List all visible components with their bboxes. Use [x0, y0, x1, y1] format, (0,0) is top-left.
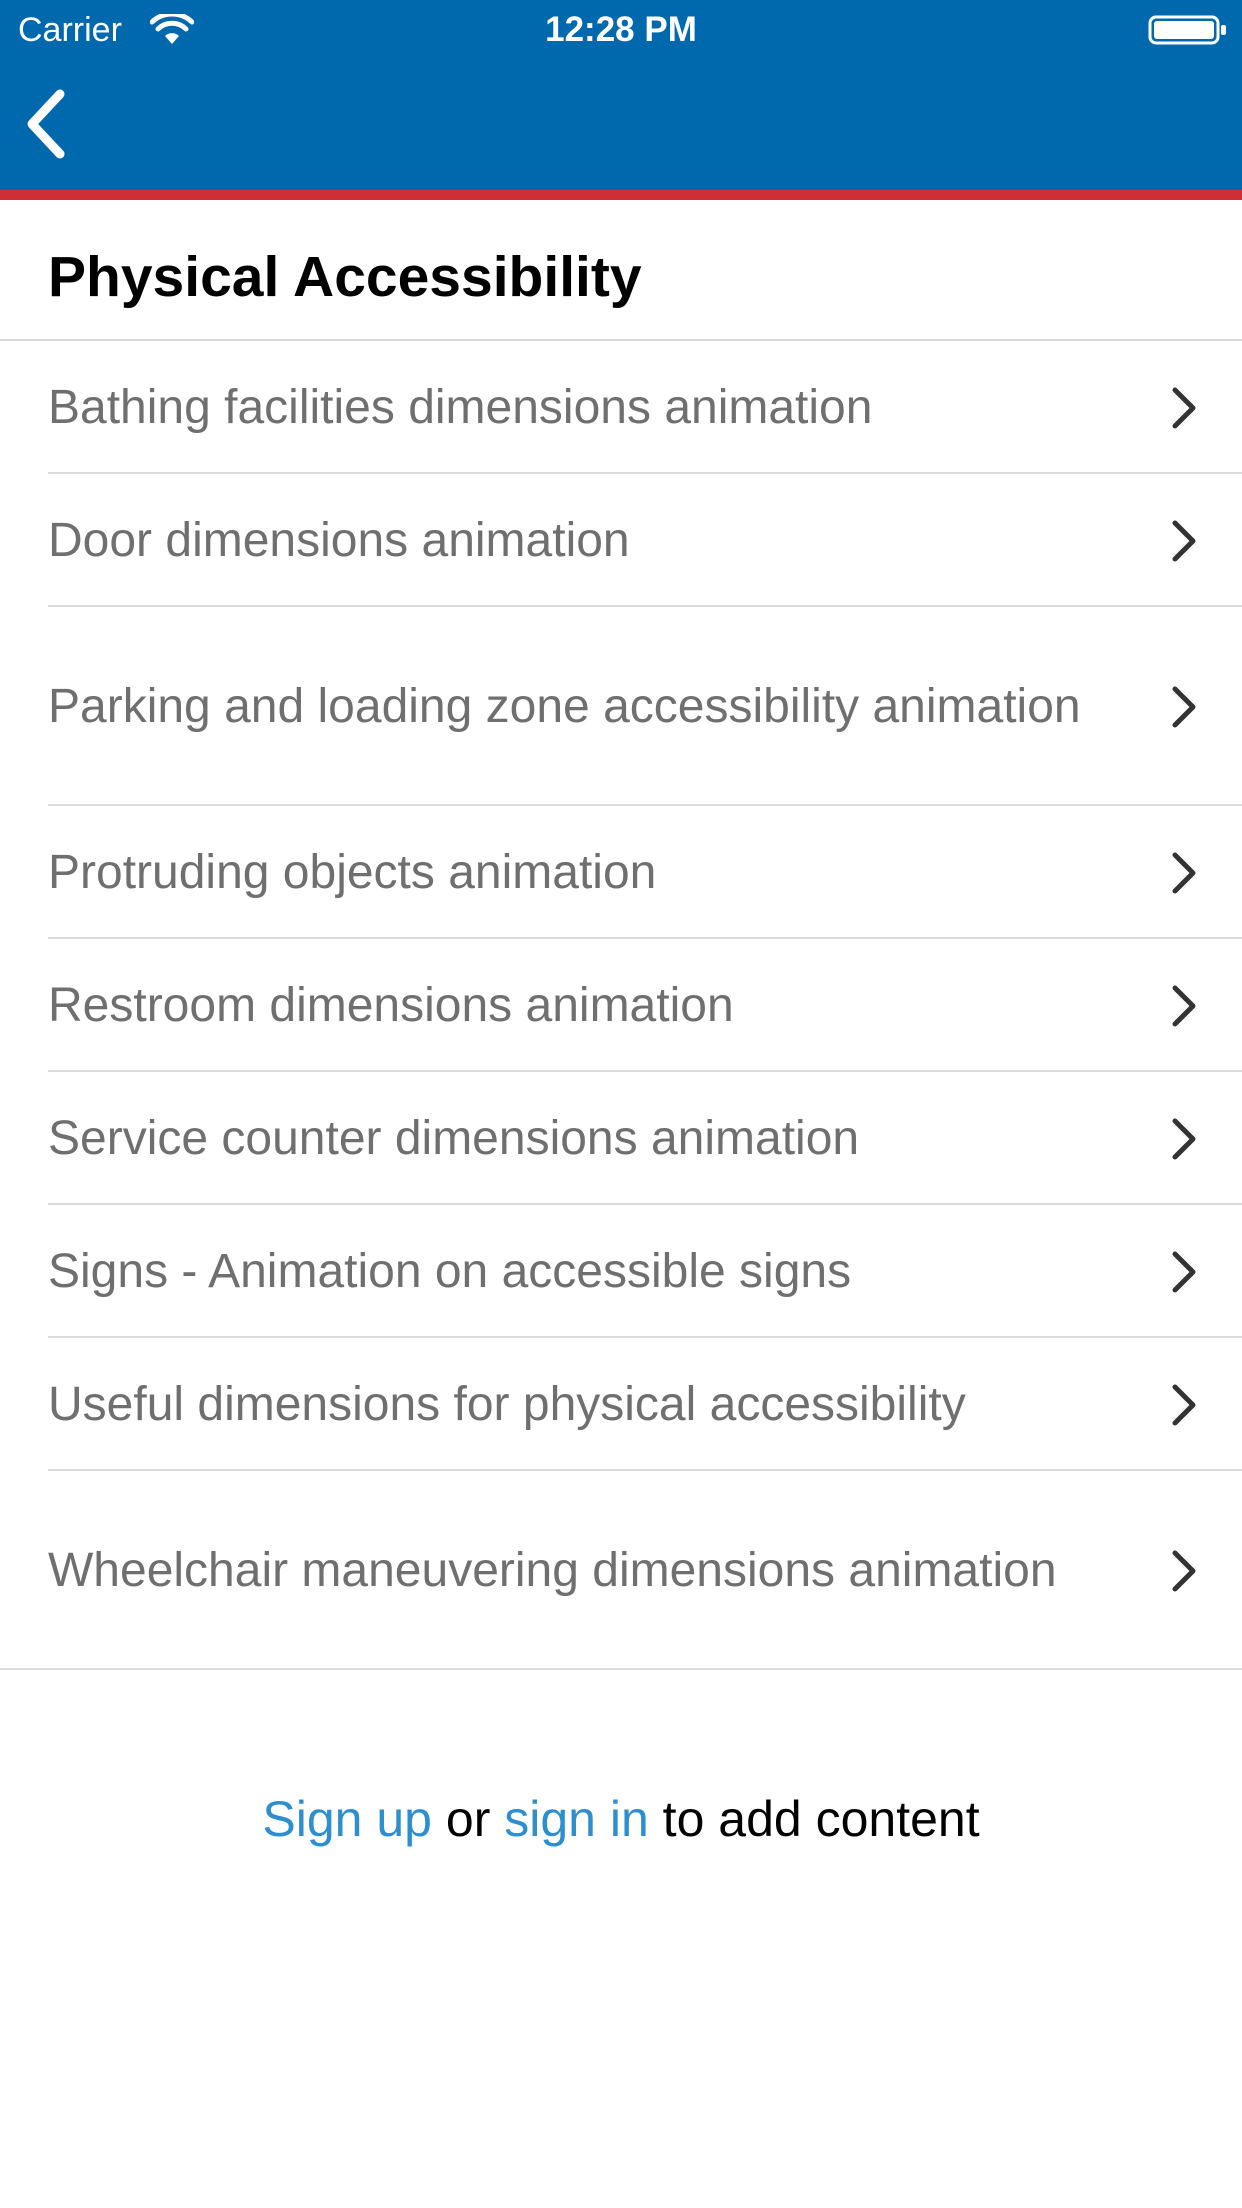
sign-up-link[interactable]: Sign up — [262, 1791, 432, 1847]
page-title: Physical Accessibility — [48, 245, 642, 309]
list-item-service-counter[interactable]: Service counter dimensions animation — [0, 1072, 1242, 1205]
chevron-right-icon — [1172, 1384, 1196, 1425]
list-item-wheelchair-maneuvering[interactable]: Wheelchair maneuvering dimensions animat… — [0, 1471, 1242, 1670]
footer-or-text: or — [432, 1791, 505, 1847]
list-item-bathing-facilities[interactable]: Bathing facilities dimensions animation — [0, 341, 1242, 474]
chevron-left-icon — [27, 89, 65, 159]
accessibility-list: Bathing facilities dimensions animation … — [0, 341, 1242, 1670]
list-item-label: Service counter dimensions animation — [48, 1111, 860, 1165]
chevron-right-icon — [1172, 1251, 1196, 1292]
list-item-restroom-dimensions[interactable]: Restroom dimensions animation — [0, 939, 1242, 1072]
chevron-right-icon — [1172, 387, 1196, 428]
row-divider — [0, 1668, 1242, 1670]
list-item-parking-loading-zone[interactable]: Parking and loading zone accessibility a… — [0, 607, 1242, 806]
sign-in-prompt: Sign up or sign in to add content — [0, 1784, 1242, 1854]
list-item-useful-dimensions[interactable]: Useful dimensions for physical accessibi… — [0, 1338, 1242, 1471]
status-bar: Carrier 12:28 PM — [0, 0, 1242, 60]
list-item-label: Parking and loading zone accessibility a… — [48, 679, 1081, 733]
chevron-right-icon — [1172, 520, 1196, 561]
list-item-label: Signs - Animation on accessible signs — [48, 1244, 852, 1298]
list-item-signs[interactable]: Signs - Animation on accessible signs — [0, 1205, 1242, 1338]
list-item-label: Bathing facilities dimensions animation — [48, 380, 873, 434]
status-time: 12:28 PM — [545, 10, 697, 49]
list-item-label: Restroom dimensions animation — [48, 978, 734, 1032]
list-item-label: Useful dimensions for physical accessibi… — [48, 1377, 966, 1431]
back-button[interactable] — [14, 82, 84, 162]
chevron-right-icon — [1172, 852, 1196, 893]
chevron-right-icon — [1172, 686, 1196, 727]
chevron-right-icon — [1172, 985, 1196, 1026]
list-item-protruding-objects[interactable]: Protruding objects animation — [0, 806, 1242, 939]
battery-icon — [1148, 15, 1226, 45]
list-item-label: Protruding objects animation — [48, 845, 657, 899]
list-item-label: Door dimensions animation — [48, 513, 630, 567]
list-item-door-dimensions[interactable]: Door dimensions animation — [0, 474, 1242, 607]
chevron-right-icon — [1172, 1118, 1196, 1159]
list-item-label: Wheelchair maneuvering dimensions animat… — [48, 1543, 1057, 1597]
footer-suffix-text: to add content — [648, 1791, 980, 1847]
sign-in-link[interactable]: sign in — [504, 1791, 649, 1847]
chevron-right-icon — [1172, 1550, 1196, 1591]
navigation-bar-accent-stripe — [0, 190, 1242, 200]
